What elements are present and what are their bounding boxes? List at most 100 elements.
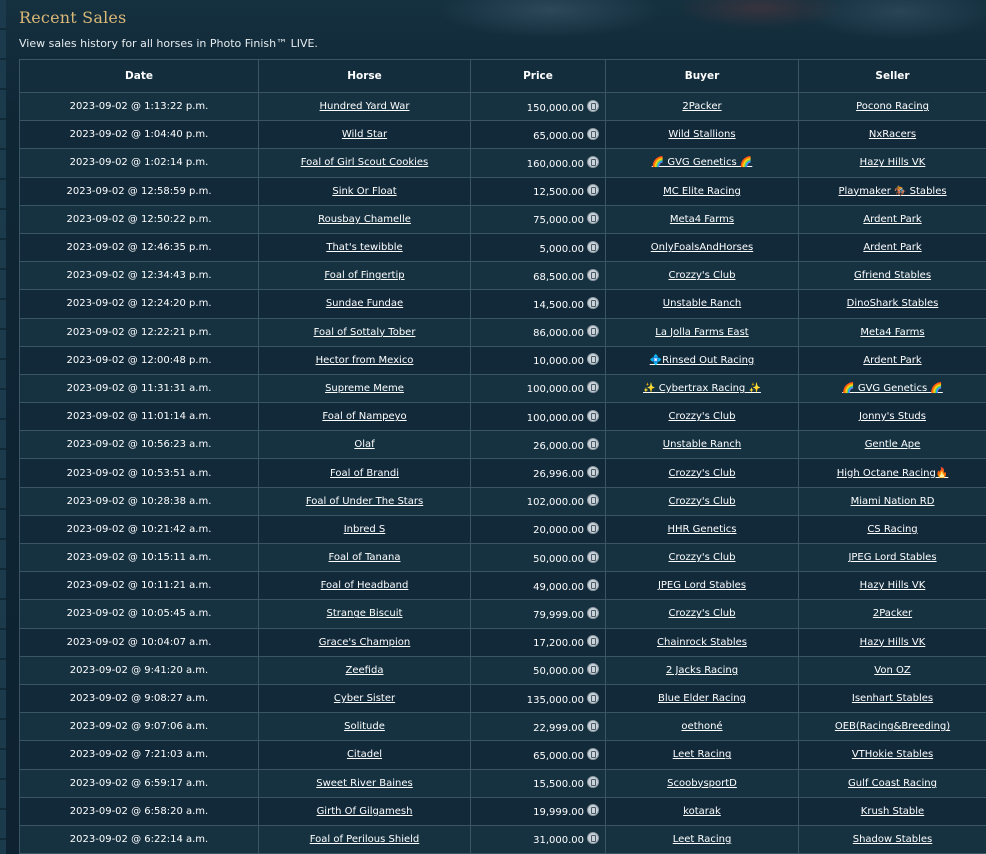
horse-link[interactable]: Foal of Under The Stars [306, 496, 423, 507]
buyer-link[interactable]: OnlyFoalsAndHorses [651, 242, 753, 253]
buyer-link[interactable]: Crozzy's Club [669, 270, 736, 281]
buyer-cell: ScoobysportD [605, 768, 799, 798]
buyer-link[interactable]: Meta4 Farms [670, 214, 734, 225]
horse-link[interactable]: Cyber Sister [334, 693, 395, 704]
horse-link[interactable]: Foal of Perilous Shield [310, 834, 420, 845]
horse-link[interactable]: Foal of Girl Scout Cookies [301, 157, 429, 168]
horse-link[interactable]: That's tewibble [326, 242, 402, 253]
seller-cell: 2Packer [798, 599, 986, 629]
seller-link[interactable]: Hazy Hills VK [860, 580, 926, 591]
seller-link[interactable]: Gfriend Stables [854, 270, 931, 281]
horse-link[interactable]: Foal of Nampeyo [322, 411, 406, 422]
buyer-link[interactable]: 2Packer [682, 101, 721, 112]
seller-link[interactable]: VTHokie Stables [852, 749, 933, 760]
horse-link[interactable]: Foal of Fingertip [324, 270, 404, 281]
seller-link[interactable]: DinoShark Stables [847, 298, 939, 309]
seller-link[interactable]: Pocono Racing [856, 101, 929, 112]
seller-link[interactable]: Playmaker 🏇 Stables [838, 186, 946, 197]
horse-link[interactable]: Sweet River Baines [316, 778, 412, 789]
horse-link[interactable]: Wild Star [342, 129, 387, 140]
buyer-link[interactable]: oethoné [681, 721, 722, 732]
buyer-link[interactable]: MC Elite Racing [663, 186, 741, 197]
buyer-link[interactable]: Crozzy's Club [669, 411, 736, 422]
seller-link[interactable]: 🌈 GVG Genetics 🌈 [842, 383, 943, 394]
price-cell: 50,000.00 [470, 542, 606, 573]
seller-link[interactable]: Ardent Park [863, 214, 921, 225]
seller-link[interactable]: 2Packer [873, 608, 912, 619]
horse-link[interactable]: Inbred S [344, 524, 386, 535]
buyer-link[interactable]: Blue Elder Racing [658, 693, 746, 704]
sale-price: 14,500.00 [533, 299, 584, 311]
horse-link[interactable]: Rousbay Chamelle [318, 214, 411, 225]
seller-link[interactable]: OEB(Racing&Breeding) [835, 721, 950, 732]
seller-link[interactable]: Shadow Stables [853, 834, 933, 845]
seller-link[interactable]: JPEG Lord Stables [848, 552, 936, 563]
buyer-link[interactable]: Crozzy's Club [669, 608, 736, 619]
coin-icon [587, 240, 599, 253]
buyer-link[interactable]: ScoobysportD [667, 778, 737, 789]
seller-link[interactable]: Hazy Hills VK [860, 157, 926, 168]
horse-link[interactable]: Grace's Champion [319, 637, 411, 648]
seller-link[interactable]: Miami Nation RD [851, 496, 935, 507]
buyer-cell: Unstable Ranch [605, 289, 799, 319]
horse-cell: Rousbay Chamelle [258, 204, 471, 234]
seller-link[interactable]: Ardent Park [863, 242, 921, 253]
horse-link[interactable]: Solitude [344, 721, 385, 732]
seller-link[interactable]: CS Racing [867, 524, 917, 535]
sale-date: 2023-09-02 @ 10:53:51 a.m. [19, 458, 259, 488]
horse-link[interactable]: Citadel [347, 749, 382, 760]
horse-link[interactable]: Zeefida [346, 665, 384, 676]
sale-price: 135,000.00 [526, 694, 584, 706]
buyer-link[interactable]: kotarak [683, 806, 721, 817]
price-cell: 100,000.00 [470, 402, 606, 432]
seller-link[interactable]: Von OZ [874, 665, 910, 676]
horse-cell: Supreme Meme [258, 373, 471, 404]
sale-price: 5,000.00 [539, 243, 584, 255]
seller-link[interactable]: Isenhart Stables [852, 693, 933, 704]
sale-price: 68,500.00 [533, 271, 584, 283]
seller-link[interactable]: Meta4 Farms [860, 327, 924, 338]
horse-link[interactable]: Hector from Mexico [316, 355, 414, 366]
buyer-link[interactable]: Crozzy's Club [669, 496, 736, 507]
buyer-link[interactable]: Chainrock Stables [657, 637, 747, 648]
horse-link[interactable]: Sink Or Float [332, 186, 396, 197]
price-cell: 20,000.00 [470, 514, 606, 545]
buyer-link[interactable]: La Jolla Farms East [655, 327, 748, 338]
horse-link[interactable]: Hundred Yard War [320, 101, 410, 112]
buyer-cell: Crozzy's Club [605, 458, 799, 488]
seller-link[interactable]: Ardent Park [863, 355, 921, 366]
horse-link[interactable]: Foal of Headband [321, 580, 409, 591]
left-navigation-rail[interactable] [0, 0, 6, 854]
buyer-link[interactable]: 🌈 GVG Genetics 🌈 [652, 157, 753, 168]
buyer-link[interactable]: Crozzy's Club [669, 552, 736, 563]
horse-link[interactable]: Foal of Tanana [329, 552, 401, 563]
buyer-link[interactable]: Wild Stallions [668, 129, 735, 140]
buyer-link[interactable]: Leet Racing [673, 749, 732, 760]
price-cell: 14,500.00 [470, 289, 606, 319]
buyer-link[interactable]: 💠Rinsed Out Racing [650, 355, 755, 366]
seller-link[interactable]: Krush Stable [861, 806, 924, 817]
seller-link[interactable]: Gentle Ape [865, 439, 921, 450]
seller-link[interactable]: Hazy Hills VK [860, 637, 926, 648]
buyer-link[interactable]: JPEG Lord Stables [658, 580, 746, 591]
seller-link[interactable]: NxRacers [869, 129, 916, 140]
horse-link[interactable]: Sundae Fundae [326, 298, 403, 309]
horse-link[interactable]: Girth Of Gilgamesh [317, 806, 413, 817]
horse-link[interactable]: Foal of Brandi [330, 468, 399, 479]
buyer-link[interactable]: Unstable Ranch [663, 439, 741, 450]
seller-link[interactable]: Jonny's Studs [859, 411, 926, 422]
buyer-link[interactable]: Leet Racing [673, 834, 732, 845]
buyer-link[interactable]: Crozzy's Club [669, 468, 736, 479]
horse-link[interactable]: Foal of Sottaly Tober [314, 327, 416, 338]
seller-link[interactable]: High Octane Racing🔥 [837, 468, 949, 479]
seller-cell: Hazy Hills VK [798, 571, 986, 601]
table-row: 2023-09-02 @ 9:41:20 a.m. Zeefida 50,000.0… [19, 655, 986, 685]
buyer-link[interactable]: 2 Jacks Racing [666, 665, 738, 676]
buyer-link[interactable]: ✨ Cybertrax Racing ✨ [643, 383, 761, 394]
seller-link[interactable]: Gulf Coast Racing [848, 778, 937, 789]
buyer-link[interactable]: HHR Genetics [668, 524, 737, 535]
buyer-link[interactable]: Unstable Ranch [663, 298, 741, 309]
horse-link[interactable]: Supreme Meme [325, 383, 404, 394]
horse-link[interactable]: Olaf [354, 439, 374, 450]
horse-link[interactable]: Strange Biscuit [327, 608, 403, 619]
